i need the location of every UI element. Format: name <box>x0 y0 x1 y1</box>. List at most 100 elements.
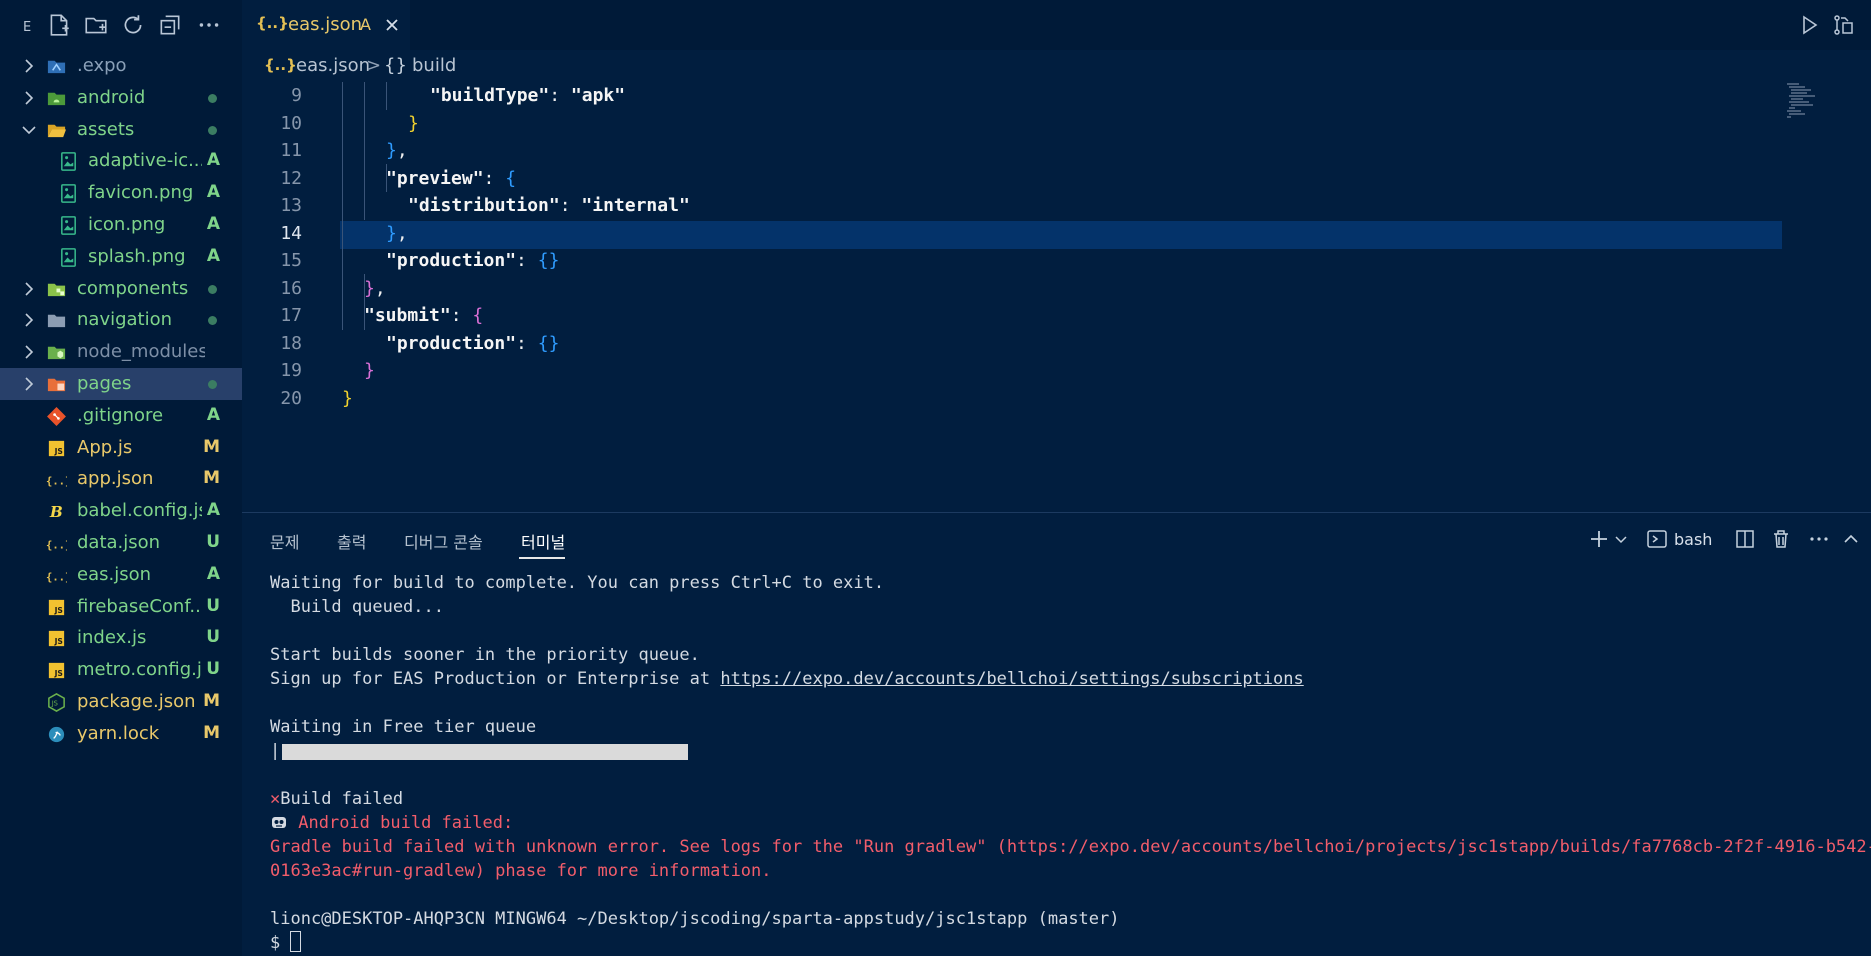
svg-text:JS: JS <box>54 669 63 678</box>
tree-file[interactable]: JS package.json M <box>0 686 242 718</box>
tree-item-label: firebaseConf... <box>77 595 202 617</box>
json-file-icon: {..} <box>46 533 71 554</box>
plus-icon[interactable] <box>1588 528 1610 550</box>
terminal-line: 0163e3ac#run-gradlew) phase for more inf… <box>270 861 772 881</box>
code-line: 14 }, <box>242 220 1782 248</box>
run-icon[interactable] <box>1797 13 1821 37</box>
tree-file[interactable]: yarn.lock M <box>0 718 242 750</box>
chevron-right-icon[interactable] <box>20 89 38 107</box>
new-file-icon[interactable] <box>46 12 72 38</box>
chevron-right-icon[interactable] <box>20 280 38 298</box>
tree-item-label: splash.png <box>88 245 186 267</box>
image-file-icon <box>58 215 79 236</box>
code-editor[interactable]: 9 "buildType": "apk" 10 } 11 }, 12 "prev… <box>242 82 1871 512</box>
git-status-badge: A <box>206 500 220 521</box>
pages-folder-icon <box>46 374 67 395</box>
tab-eas-json[interactable]: {..} eas.json A <box>242 0 410 50</box>
tree-folder[interactable]: assets <box>0 114 242 146</box>
yarn-icon <box>46 724 67 745</box>
tree-file[interactable]: {..} data.json U <box>0 527 242 559</box>
tree-file[interactable]: splash.png A <box>0 241 242 273</box>
fail-mark-icon: ✕ <box>270 789 281 809</box>
tree-item-label: assets <box>77 118 135 140</box>
tree-item-label: index.js <box>77 627 147 649</box>
tree-folder[interactable]: .expo <box>0 50 242 82</box>
breadcrumb-file[interactable]: eas.json <box>296 55 370 76</box>
split-terminal-icon[interactable] <box>1734 528 1756 550</box>
terminal-shell-name[interactable]: bash <box>1674 530 1712 549</box>
more-actions-icon[interactable] <box>1808 528 1830 550</box>
minimap[interactable] <box>1785 82 1819 122</box>
trash-icon[interactable] <box>1770 528 1792 550</box>
explorer-title-icon: E <box>22 12 36 38</box>
tree-folder[interactable]: navigation <box>0 304 242 336</box>
collapse-all-icon[interactable] <box>157 12 183 38</box>
js-file-icon: JS <box>46 660 67 681</box>
tree-file[interactable]: .gitignore A <box>0 400 242 432</box>
line-number: 9 <box>291 85 302 106</box>
open-changes-icon[interactable] <box>1831 13 1855 37</box>
git-icon <box>46 406 67 427</box>
chevron-right-icon[interactable] <box>20 343 38 361</box>
json-key: "distribution" <box>408 195 560 216</box>
assets-folder-open-icon <box>46 120 67 141</box>
json-file-icon: {..} <box>46 469 71 490</box>
tree-file[interactable]: favicon.png A <box>0 177 242 209</box>
editor-tab-bar: {..} eas.json A <box>242 0 1871 50</box>
json-key: "buildType" <box>430 85 550 106</box>
close-icon[interactable] <box>382 15 402 35</box>
tree-folder[interactable]: pages <box>0 368 242 400</box>
tree-file[interactable]: Bbabel.config.js A <box>0 495 242 527</box>
tree-file[interactable]: JS App.js M <box>0 432 242 464</box>
json-key: "preview" <box>386 167 484 189</box>
tree-file[interactable]: {..} app.json M <box>0 463 242 495</box>
tab-debug-console[interactable]: 디버그 콘솔 <box>404 529 483 553</box>
chevron-down-icon[interactable] <box>20 121 38 139</box>
tree-folder[interactable]: android <box>0 82 242 114</box>
chevron-down-icon[interactable] <box>1614 528 1628 550</box>
tree-file[interactable]: JS metro.config.js U <box>0 654 242 686</box>
tree-folder[interactable]: components <box>0 273 242 305</box>
tree-file[interactable]: JS index.js U <box>0 622 242 654</box>
tree-item-label: components <box>77 277 189 299</box>
folder-icon <box>46 310 67 331</box>
robot-icon <box>270 813 288 831</box>
tree-file[interactable]: adaptive-ic... A <box>0 145 242 177</box>
maximize-panel-icon[interactable] <box>1840 528 1862 550</box>
brace-close: } <box>408 112 419 134</box>
tab-problems[interactable]: 문제 <box>270 529 299 553</box>
chevron-right-icon[interactable] <box>20 375 38 393</box>
subscriptions-link[interactable]: https://expo.dev/accounts/bellchoi/setti… <box>720 669 1303 689</box>
git-status-badge: A <box>206 404 220 425</box>
node-folder-icon <box>46 342 67 363</box>
tree-item-label: .gitignore <box>77 404 164 426</box>
chevron-right-icon[interactable] <box>20 57 38 75</box>
chevron-right-icon[interactable] <box>20 311 38 329</box>
tree-file[interactable]: {..} eas.json A <box>0 559 242 591</box>
modified-dot-indicator <box>208 93 217 103</box>
code-line: 13 "distribution": "internal" <box>242 192 1782 220</box>
tree-item-label: icon.png <box>88 214 166 235</box>
new-folder-icon[interactable] <box>83 12 109 38</box>
tree-file[interactable]: JS firebaseConf... U <box>0 591 242 623</box>
json-file-icon: {..} <box>46 565 71 586</box>
tab-terminal[interactable]: 터미널 <box>521 529 565 553</box>
svg-text:B: B <box>49 503 63 521</box>
tree-item-label: android <box>77 86 146 108</box>
tree-item-label: data.json <box>77 532 161 553</box>
tab-output[interactable]: 출력 <box>337 529 366 553</box>
tree-file[interactable]: icon.png A <box>0 209 242 241</box>
git-status-badge: A <box>206 563 220 584</box>
terminal-line: Android build failed: <box>270 811 513 835</box>
refresh-icon[interactable] <box>120 12 146 38</box>
breadcrumb-symbol[interactable]: build <box>412 55 456 76</box>
more-actions-icon[interactable] <box>196 12 222 38</box>
components-folder-icon <box>46 279 67 300</box>
tree-folder[interactable]: node_modules <box>0 336 242 368</box>
code-line: 19 } <box>242 357 1782 385</box>
git-status-badge: M <box>203 691 220 711</box>
json-file-icon: {..} <box>264 56 297 74</box>
tree-item-label: package.json <box>77 691 196 712</box>
terminal-prompt[interactable]: $ <box>270 931 302 955</box>
svg-text:JS: JS <box>54 447 63 456</box>
